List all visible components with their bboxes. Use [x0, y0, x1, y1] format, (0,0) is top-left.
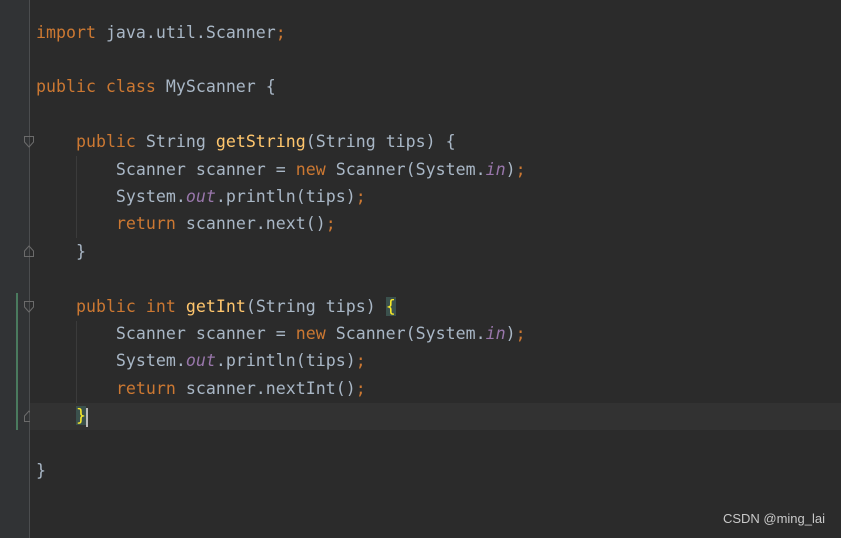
code-token: .println(tips)	[215, 351, 356, 371]
code-token: }	[36, 460, 46, 480]
code-line[interactable]: System.out.println(tips);	[36, 183, 366, 210]
editor-gutter[interactable]	[0, 0, 29, 538]
code-line[interactable]: return scanner.next();	[36, 210, 336, 237]
code-token: Scanner scanner =	[36, 323, 296, 343]
code-token: in	[485, 159, 506, 179]
gutter-divider	[29, 0, 30, 538]
code-token: new	[295, 323, 336, 343]
code-token: return	[115, 378, 186, 398]
code-token: MyScanner {	[165, 77, 276, 97]
code-token: Scanner(System.	[335, 323, 486, 343]
current-line-highlight	[30, 403, 841, 430]
code-token: System.	[36, 186, 186, 206]
code-line[interactable]: Scanner scanner = new Scanner(System.in)…	[36, 156, 526, 183]
code-token: scanner.nextInt()	[185, 378, 356, 398]
code-token: System.	[36, 351, 186, 371]
code-token: ;	[325, 214, 336, 234]
code-token: import	[36, 22, 106, 42]
code-token: in	[485, 323, 506, 343]
code-token: return	[115, 214, 186, 234]
code-token: public class	[36, 77, 166, 97]
vcs-change-marker[interactable]	[16, 293, 18, 430]
code-token: public int	[75, 296, 186, 316]
matched-brace: {	[385, 296, 396, 316]
code-token: ;	[515, 323, 526, 343]
code-token: out	[185, 351, 216, 371]
matched-brace: }	[75, 406, 86, 426]
code-token: String	[145, 132, 216, 152]
code-token: .println(tips)	[215, 186, 356, 206]
code-token: ;	[275, 22, 286, 42]
code-line[interactable]: public int getInt(String tips) {	[36, 293, 396, 320]
code-token: getInt	[185, 296, 246, 316]
code-line[interactable]: }	[36, 238, 86, 265]
code-token: ;	[355, 351, 366, 371]
code-token: (String tips)	[245, 296, 386, 316]
code-token: ;	[515, 159, 526, 179]
fold-start-icon[interactable]	[24, 136, 34, 148]
code-line[interactable]: }	[36, 457, 46, 484]
code-token: ;	[355, 378, 366, 398]
code-line[interactable]: return scanner.nextInt();	[36, 375, 366, 402]
watermark-text: CSDN @ming_lai	[722, 511, 825, 526]
code-token: ;	[355, 186, 366, 206]
code-token: getString	[215, 132, 306, 152]
code-line[interactable]: Scanner scanner = new Scanner(System.in)…	[36, 320, 526, 347]
code-line[interactable]: import java.util.Scanner;	[36, 19, 286, 46]
code-line[interactable]: public class MyScanner {	[36, 73, 276, 100]
code-token: out	[185, 186, 216, 206]
code-editor[interactable]: import java.util.Scanner; public class My…	[0, 0, 841, 538]
text-caret	[86, 408, 88, 427]
code-token: scanner.next()	[185, 214, 326, 234]
fold-end-icon[interactable]	[24, 245, 34, 257]
code-token: (String tips) {	[305, 132, 456, 152]
code-token: )	[505, 159, 516, 179]
code-token: public	[75, 132, 146, 152]
code-line[interactable]: }	[36, 402, 86, 429]
code-token: Scanner scanner =	[36, 159, 296, 179]
code-line[interactable]: System.out.println(tips);	[36, 347, 366, 374]
code-token: java.util.Scanner	[105, 22, 276, 42]
code-token: }	[36, 241, 86, 261]
fold-start-icon[interactable]	[24, 301, 34, 313]
code-token: new	[295, 159, 336, 179]
code-token: Scanner(System.	[335, 159, 486, 179]
code-token: )	[505, 323, 516, 343]
code-line[interactable]: public String getString(String tips) {	[36, 128, 456, 155]
